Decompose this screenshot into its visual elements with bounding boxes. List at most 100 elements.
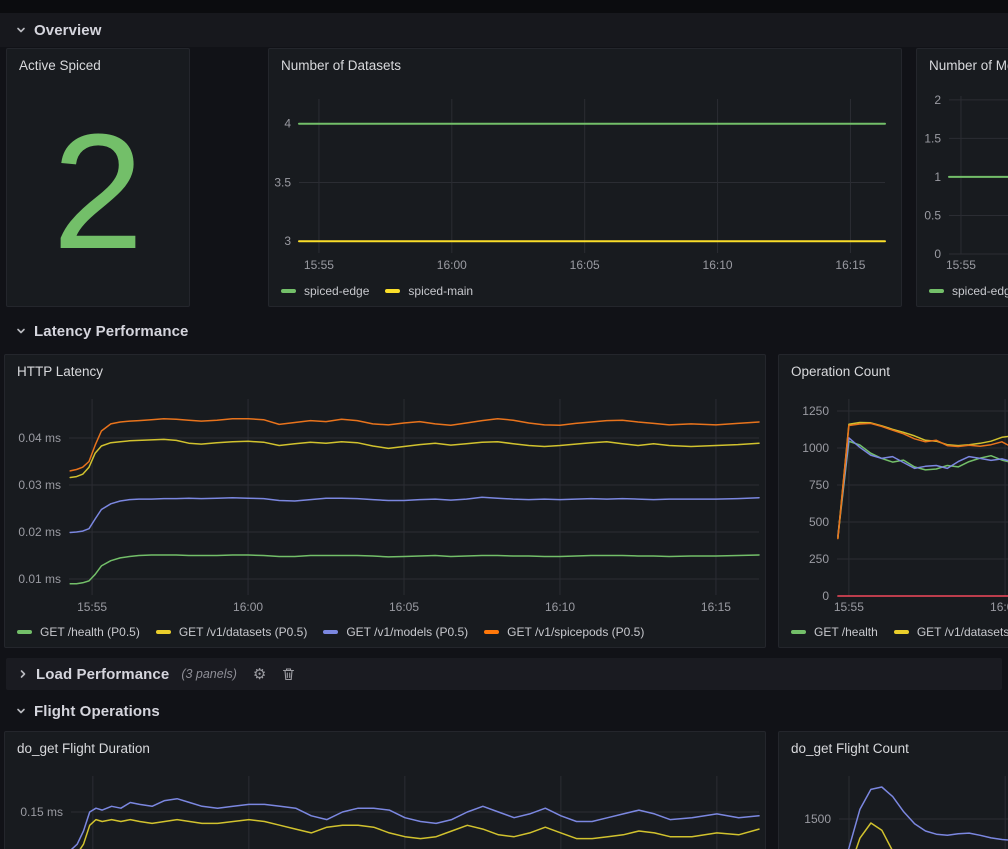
legend-label: GET /health — [814, 625, 878, 639]
panel-active-spiced: Active Spiced 2 — [6, 48, 190, 307]
section-header-load-performance[interactable]: Load Performance (3 panels) ⚙ — [6, 658, 1002, 690]
x-tick-label: 16:05 — [389, 600, 419, 614]
section-title: Overview — [34, 22, 102, 39]
legend-item[interactable]: GET /v1/spicepods (P0.5) — [484, 625, 644, 639]
x-tick-label: 16:05 — [570, 258, 600, 272]
series-GET /v1/datasets (P0.5) — [70, 439, 759, 477]
legend-label: spiced-main — [408, 284, 473, 298]
x-tick-label: 16:00 — [437, 258, 467, 272]
chevron-down-icon — [16, 706, 26, 716]
panel-title[interactable]: Number of Datasets — [269, 49, 901, 73]
section-title: Load Performance — [36, 666, 169, 683]
panel-number-of-datasets: Number of Datasets 3 3.5 4 15:55 16:00 16:05 1… — [268, 48, 902, 307]
x-tick-label: 15:55 — [304, 258, 334, 272]
panel-http-latency: HTTP Latency 0.01 ms 0.02 ms 0.03 ms 0.04 m… — [4, 354, 766, 648]
x-tick-label: 16:10 — [545, 600, 575, 614]
legend-item[interactable]: spiced-edge — [929, 284, 1008, 298]
legend-swatch — [17, 630, 32, 634]
legend-swatch — [323, 630, 338, 634]
x-tick-label: 16:00 — [233, 600, 263, 614]
panel-title[interactable]: HTTP Latency — [5, 355, 765, 379]
panel-title[interactable]: Operation Count — [779, 355, 1008, 379]
y-tick-label: 1500 — [804, 812, 831, 826]
chart-legend: spiced-edge — [929, 284, 1008, 298]
legend-item[interactable]: GET /v1/datasets — [894, 625, 1008, 639]
series-GET /v1/models — [838, 438, 1008, 536]
chart-legend: GET /health (P0.5) GET /v1/datasets (P0.5… — [17, 625, 644, 639]
y-tick-label: 0.02 ms — [18, 525, 61, 539]
y-tick-label: 1 — [934, 170, 941, 184]
legend-item[interactable]: spiced-edge — [281, 284, 369, 298]
y-tick-label: 1000 — [802, 441, 829, 455]
grafana-dashboard: Overview Active Spiced 2 Number of Datas… — [0, 0, 1008, 849]
series-do_get p50 — [71, 799, 759, 849]
section-title: Flight Operations — [34, 703, 160, 720]
x-tick-label: 15:55 — [946, 258, 976, 272]
legend-item[interactable]: GET /health — [791, 625, 878, 639]
legend-label: GET /v1/models (P0.5) — [346, 625, 468, 639]
panel-number-of-models: Number of Models 0 0.5 1 1.5 2 15:55 spiced-e… — [916, 48, 1008, 307]
panel-count-label: (3 panels) — [181, 667, 237, 681]
chart-legend: GET /health GET /v1/datasets — [791, 625, 1008, 639]
y-tick-label: 1.5 — [924, 131, 941, 145]
top-bar — [0, 0, 1008, 13]
x-tick-label: 16:15 — [835, 258, 865, 272]
y-tick-label: 2 — [934, 93, 941, 107]
chevron-down-icon — [16, 326, 26, 336]
x-tick-label: 15:55 — [77, 600, 107, 614]
chevron-down-icon — [16, 25, 26, 35]
legend-swatch — [929, 289, 944, 293]
section-header-flight-operations[interactable]: Flight Operations — [0, 696, 1008, 726]
panel-operation-count: Operation Count 02505007501000125015:551… — [778, 354, 1008, 648]
legend-label: GET /v1/spicepods (P0.5) — [507, 625, 644, 639]
series-GET /v1/spicepods — [838, 423, 1008, 538]
panel-title[interactable]: Active Spiced — [7, 49, 189, 73]
y-tick-label: 3 — [284, 234, 291, 248]
series-GET /v1/models (P0.5) — [70, 497, 759, 532]
y-tick-label: 0 — [822, 589, 829, 603]
y-tick-label: 0 — [934, 247, 941, 261]
y-tick-label: 0.5 — [924, 208, 941, 222]
legend-swatch — [484, 630, 499, 634]
panel-title[interactable]: do_get Flight Count — [779, 732, 1008, 756]
chevron-right-icon — [18, 669, 28, 679]
x-tick-label: 16:15 — [701, 600, 731, 614]
x-tick-label: 15:55 — [834, 600, 864, 614]
gear-icon[interactable]: ⚙ — [253, 667, 266, 682]
legend-swatch — [281, 289, 296, 293]
trash-icon[interactable] — [282, 667, 295, 681]
panel-do-get-flight-count: do_get Flight Count 1500 — [778, 731, 1008, 849]
panel-title[interactable]: do_get Flight Duration — [5, 732, 765, 756]
legend-item[interactable]: GET /v1/models (P0.5) — [323, 625, 468, 639]
legend-label: GET /v1/datasets (P0.5) — [179, 625, 308, 639]
legend-label: spiced-edge — [304, 284, 369, 298]
legend-swatch — [385, 289, 400, 293]
legend-label: GET /health (P0.5) — [40, 625, 140, 639]
legend-swatch — [791, 630, 806, 634]
series-do_get count blue — [840, 787, 1008, 849]
y-tick-label: 1250 — [802, 404, 829, 418]
legend-swatch — [894, 630, 909, 634]
legend-item[interactable]: GET /v1/datasets (P0.5) — [156, 625, 308, 639]
y-tick-label: 250 — [809, 552, 829, 566]
y-tick-label: 500 — [809, 515, 829, 529]
y-tick-label: 0.04 ms — [18, 431, 61, 445]
y-tick-label: 3.5 — [274, 175, 291, 189]
y-tick-label: 4 — [284, 117, 291, 131]
legend-item[interactable]: GET /health (P0.5) — [17, 625, 140, 639]
x-tick-label: 16:00 — [990, 600, 1008, 614]
legend-swatch — [156, 630, 171, 634]
legend-label: spiced-edge — [952, 284, 1008, 298]
series-do_get p25 — [71, 820, 759, 849]
section-header-overview[interactable]: Overview — [0, 13, 1008, 47]
section-header-latency-performance[interactable]: Latency Performance — [0, 316, 1008, 346]
legend-item[interactable]: spiced-main — [385, 284, 473, 298]
panel-title[interactable]: Number of Models — [917, 49, 1008, 73]
x-tick-label: 16:10 — [703, 258, 733, 272]
chart-legend: spiced-edge spiced-main — [281, 284, 473, 298]
legend-label: GET /v1/datasets — [917, 625, 1008, 639]
stat-value: 2 — [7, 77, 189, 306]
y-tick-label: 0.01 ms — [18, 572, 61, 586]
y-tick-label: 0.03 ms — [18, 478, 61, 492]
section-title: Latency Performance — [34, 323, 188, 340]
